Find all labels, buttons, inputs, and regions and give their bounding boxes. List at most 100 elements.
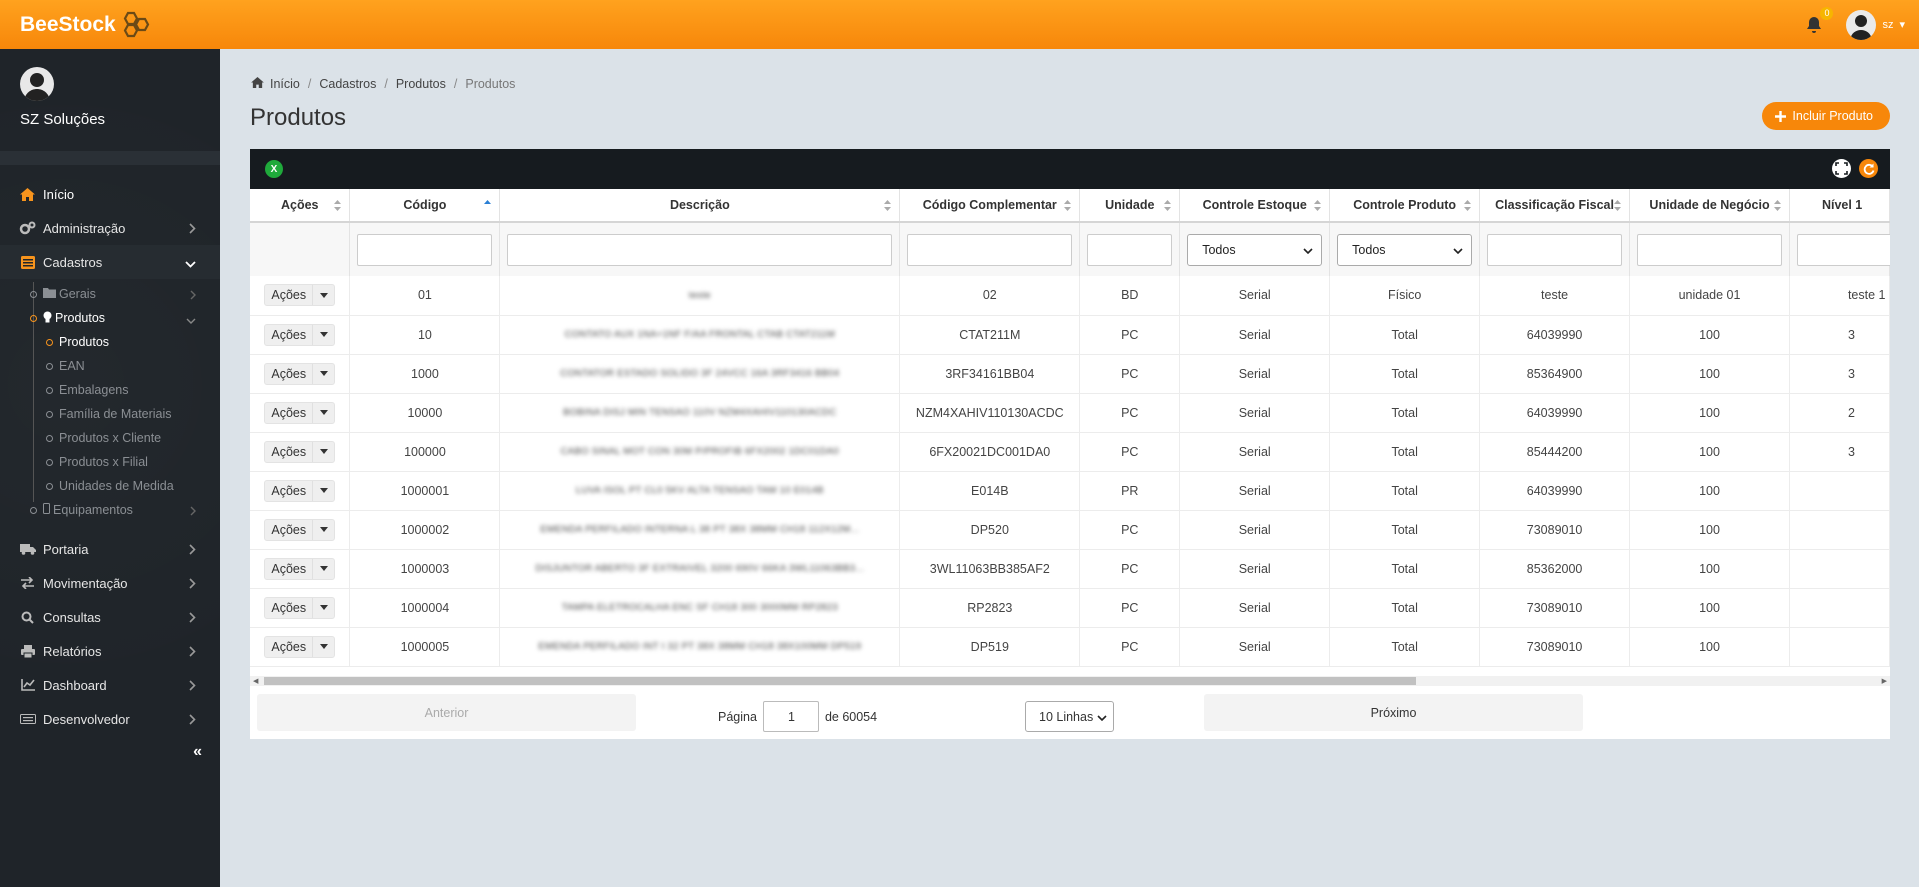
cell-comp: 02 — [899, 276, 1081, 316]
caret-down-icon[interactable] — [312, 363, 334, 384]
user-menu[interactable]: sz ▾ — [1846, 9, 1905, 40]
column-header[interactable]: Descrição — [499, 189, 901, 223]
cell-negocio: 100 — [1629, 471, 1790, 511]
row-actions-button[interactable]: Ações — [264, 284, 336, 307]
breadcrumb-item[interactable]: Cadastros — [319, 77, 376, 91]
cell-descricao: BOBINA DISJ MIN TENSAO 110V NZM4XAHIV110… — [499, 393, 901, 433]
column-header[interactable]: Nível 1 — [1789, 189, 1890, 223]
row-actions-button[interactable]: Ações — [264, 362, 336, 385]
filter-complementar-input[interactable] — [907, 233, 1073, 266]
column-header[interactable]: Controle Produto — [1329, 189, 1481, 223]
caret-down-icon[interactable] — [312, 480, 334, 501]
breadcrumb-item[interactable]: Início — [270, 77, 300, 91]
row-actions-button[interactable]: Ações — [264, 323, 336, 346]
previous-page-button[interactable]: Anterior — [257, 694, 636, 731]
sidebar-subitem-produtos[interactable]: Produtos — [30, 306, 220, 330]
brand-logo[interactable]: Bee Stock — [20, 11, 151, 39]
rows-per-page-select[interactable]: 10 Linhas — [1025, 701, 1114, 732]
table-row[interactable]: Ações 1000001 LUVA ISOL PT CL0 5KV ALTA TE… — [250, 471, 1890, 511]
sidebar-item-label: Desenvolvedor — [43, 711, 130, 727]
caret-down-icon[interactable] — [312, 558, 334, 579]
sidebar-subitem-ean[interactable]: EAN — [46, 354, 220, 378]
scroll-left-arrow-icon[interactable]: ◀ — [253, 677, 258, 685]
actions-cell: Ações — [250, 627, 351, 667]
column-header[interactable]: Código — [349, 189, 501, 223]
sidebar-item-portaria[interactable]: Portaria — [0, 532, 220, 566]
column-header[interactable]: Controle Estoque — [1179, 189, 1331, 223]
row-actions-button[interactable]: Ações — [264, 401, 336, 424]
column-header[interactable]: Código Complementar — [899, 189, 1081, 223]
row-actions-button[interactable]: Ações — [264, 635, 336, 658]
column-label: Controle Estoque — [1202, 198, 1307, 212]
filter-unidade-input[interactable] — [1087, 233, 1173, 266]
table-row[interactable]: Ações 10000 BOBINA DISJ MIN TENSAO 110V NZ… — [250, 393, 1890, 433]
filter-produto-select[interactable]: Todos — [1337, 233, 1473, 266]
filter-estoque-select[interactable]: Todos — [1187, 233, 1323, 266]
table-row[interactable]: Ações 01 teste 02 BD Serial Físico teste unidade… — [250, 276, 1890, 316]
row-actions-button[interactable]: Ações — [264, 479, 336, 502]
sidebar-subitem-produtos-list[interactable]: Produtos — [46, 330, 220, 354]
filter-negocio-input[interactable] — [1637, 233, 1782, 266]
row-actions-button[interactable]: Ações — [264, 557, 336, 580]
sidebar-subitem-unidades[interactable]: Unidades de Medida — [46, 474, 220, 498]
caret-down-icon[interactable] — [312, 402, 334, 423]
sidebar-item-administracao[interactable]: Administração — [0, 211, 220, 245]
table-row[interactable]: Ações 10 CONTATO AUX 1NA+1NF F/AA FRONTAL … — [250, 315, 1890, 355]
fullscreen-icon[interactable] — [1832, 159, 1851, 178]
table-row[interactable]: Ações 1000 CONTATOR ESTADO SOLIDO 3F 24VCC… — [250, 354, 1890, 394]
table-row[interactable]: Ações 1000003 DISJUNTOR ABERTO 3F EXTRAIVE… — [250, 549, 1890, 589]
column-header[interactable]: Unidade — [1079, 189, 1181, 223]
caret-down-icon[interactable] — [312, 324, 334, 345]
filter-codigo-input[interactable] — [357, 233, 493, 266]
row-actions-button[interactable]: Ações — [264, 596, 336, 619]
sidebar-item-desenvolvedor[interactable]: Desenvolvedor — [0, 702, 220, 736]
caret-down-icon[interactable] — [312, 597, 334, 618]
add-product-button[interactable]: Incluir Produto — [1762, 102, 1890, 130]
caret-down-icon[interactable] — [312, 636, 334, 657]
page-number-input[interactable]: 1 — [762, 701, 819, 732]
collapse-sidebar-icon[interactable]: « — [193, 743, 202, 761]
sidebar-subitem-produtos-cliente[interactable]: Produtos x Cliente — [46, 426, 220, 450]
breadcrumb-item[interactable]: Produtos — [396, 77, 446, 91]
sidebar-item-movimentacao[interactable]: Movimentação — [0, 566, 220, 600]
caret-down-icon[interactable] — [312, 285, 334, 306]
company-name: SZ Soluções — [20, 111, 106, 128]
table-row[interactable]: Ações 1000002 EMENDA PERFILADO INTERNA L 3… — [250, 510, 1890, 550]
sidebar-subitem-embalagens[interactable]: Embalagens — [46, 378, 220, 402]
refresh-icon[interactable] — [1859, 159, 1878, 178]
table-row[interactable]: Ações 1000005 EMENDA PERFILADO INT I 32 PT… — [250, 627, 1890, 667]
chevron-down-icon — [185, 256, 196, 271]
cell-descricao: teste — [499, 276, 901, 316]
table-row[interactable]: Ações 100000 CABO SINAL MOT CON 30M P/PROF… — [250, 432, 1890, 472]
sidebar-item-relatorios[interactable]: Relatórios — [0, 634, 220, 668]
sidebar-item-dashboard[interactable]: Dashboard — [0, 668, 220, 702]
horizontal-scrollbar[interactable]: ◀ ▶ — [250, 676, 1890, 686]
caret-down-icon[interactable] — [312, 441, 334, 462]
filter-descricao-input[interactable] — [507, 233, 893, 266]
sidebar-subitem-gerais[interactable]: Gerais — [30, 282, 220, 306]
filter-cell — [499, 222, 901, 276]
filter-fiscal-input[interactable] — [1487, 233, 1623, 266]
scrollbar-thumb[interactable] — [264, 677, 1416, 685]
cell-unidade: PC — [1079, 354, 1181, 394]
next-page-button[interactable]: Próximo — [1204, 694, 1583, 731]
chevron-right-icon — [189, 543, 196, 558]
sidebar-subitem-produtos-filial[interactable]: Produtos x Filial — [46, 450, 220, 474]
excel-export-icon[interactable]: X — [265, 160, 283, 178]
sidebar-item-inicio[interactable]: Início — [0, 177, 220, 211]
sidebar-item-cadastros[interactable]: Cadastros — [0, 245, 220, 279]
row-actions-button[interactable]: Ações — [264, 440, 336, 463]
sidebar-subitem-familia[interactable]: Família de Materiais — [46, 402, 220, 426]
column-header[interactable]: Unidade de Negócio — [1629, 189, 1790, 223]
caret-down-icon[interactable] — [312, 519, 334, 540]
filter-nivel1-input[interactable] — [1796, 233, 1890, 266]
column-header[interactable]: Classificação Fiscal — [1479, 189, 1631, 223]
column-header[interactable]: Ações — [250, 189, 351, 223]
bullet-icon — [46, 482, 53, 490]
table-row[interactable]: Ações 1000004 TAMPA ELETROCALHA ENC SF CH1… — [250, 588, 1890, 628]
sidebar-subitem-equipamentos[interactable]: Equipamentos — [30, 498, 220, 522]
notifications-bell-icon[interactable]: 0 — [1804, 6, 1834, 35]
row-actions-button[interactable]: Ações — [264, 518, 336, 541]
scroll-right-arrow-icon[interactable]: ▶ — [1882, 677, 1887, 685]
sidebar-item-consultas[interactable]: Consultas — [0, 600, 220, 634]
